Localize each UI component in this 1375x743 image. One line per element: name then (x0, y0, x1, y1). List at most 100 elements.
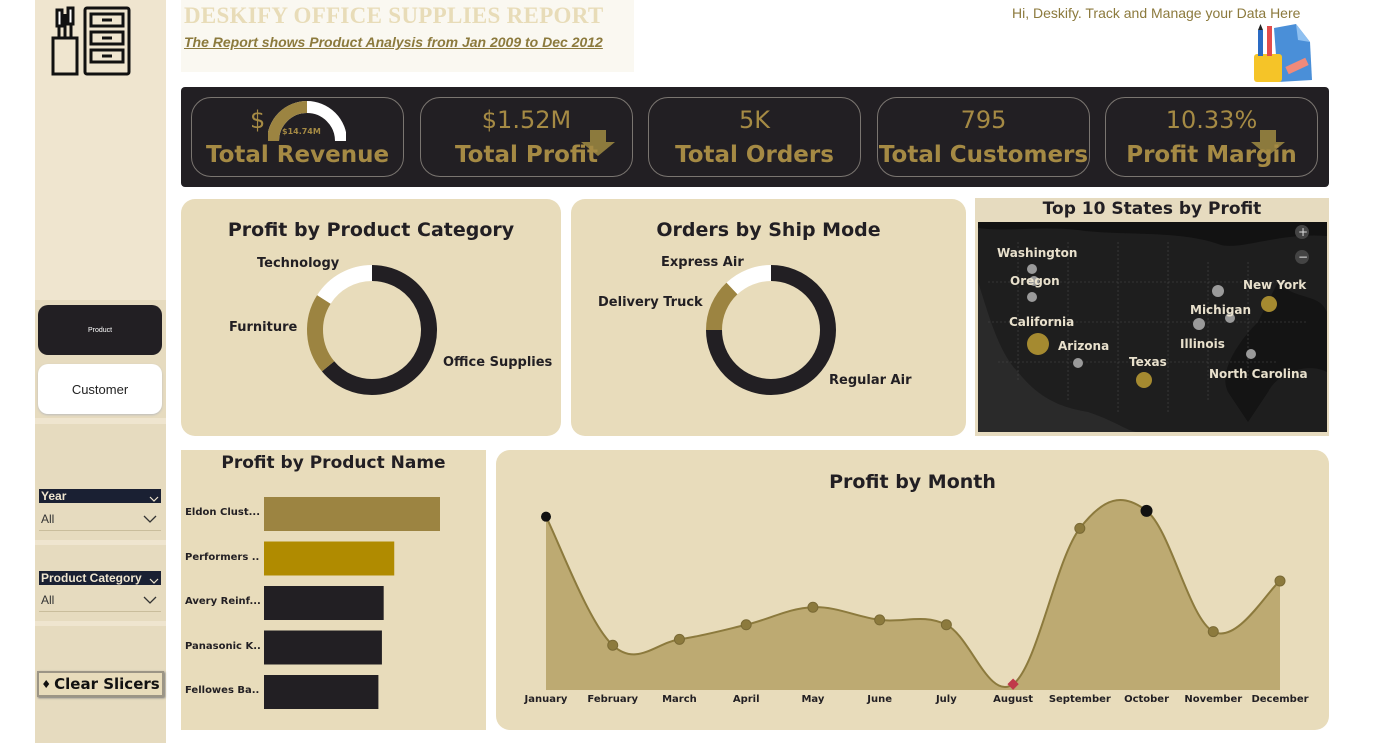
month-area-chart: January February March April May June July Augu… (524, 499, 1309, 705)
nav-product-button[interactable]: Product (38, 305, 162, 355)
map-label-washington: Washington (997, 246, 1078, 260)
map-label-california: California (1009, 315, 1075, 329)
month-label-march: March (662, 694, 697, 705)
donut-slice-express-air[interactable] (726, 265, 772, 295)
bar-2[interactable] (264, 541, 395, 576)
area-fill (546, 499, 1280, 690)
month-label-may: May (801, 694, 824, 705)
states-map-title: Top 10 States by Profit (1042, 199, 1262, 219)
point-december[interactable] (1274, 575, 1286, 587)
kpi-total-profit: $1.52M Total Profit (420, 97, 633, 177)
category-slicer-dropdown[interactable]: All (39, 590, 161, 612)
svg-text:−: − (1298, 250, 1308, 264)
chevron-down-icon (149, 571, 159, 590)
map-label-illinois: Illinois (1180, 337, 1225, 351)
month-label-october: October (1124, 694, 1169, 705)
kpi-total-customers: 795 Total Customers (877, 97, 1090, 177)
bar-5[interactable] (264, 675, 379, 709)
shipmode-donut-card: Orders by Ship Mode Express Air Delivery… (571, 199, 966, 436)
point-february[interactable] (607, 639, 619, 651)
page-subtitle: The Report shows Product Analysis from J… (184, 34, 603, 50)
month-label-september: September (1049, 694, 1111, 705)
month-label-august: August (993, 694, 1033, 705)
month-label-january: January (524, 694, 568, 705)
bar-3[interactable] (264, 586, 384, 620)
kpi-revenue-label: Total Revenue (205, 142, 390, 168)
chevron-down-icon (143, 596, 157, 604)
nav-product-label: Product (87, 326, 113, 334)
chevron-down-icon (149, 489, 159, 508)
states-map-card: Top 10 States by Profit + − Washington O… (975, 198, 1329, 436)
category-slicer-label: Product Category (39, 571, 161, 585)
year-slicer-label: Year (39, 489, 161, 503)
category-slicer-value: All (41, 593, 55, 607)
donut-label-office-supplies: Office Supplies (443, 355, 553, 370)
donut-label-furniture: Furniture (229, 320, 298, 335)
map-label-north-carolina: North Carolina (1209, 367, 1308, 381)
donut-label-express-air: Express Air (661, 255, 744, 270)
revenue-gauge (268, 101, 346, 142)
greeting-text: Hi, Deskify. Track and Manage your Data … (1012, 5, 1301, 21)
donut-slice-furniture[interactable] (307, 295, 335, 372)
kpi-customers-value: 795 (960, 106, 1007, 134)
month-label-november: November (1184, 694, 1242, 705)
kpi-profit-margin: 10.33% Profit Margin (1105, 97, 1318, 177)
category-donut-chart (307, 265, 437, 395)
kpi-total-revenue: $ $14.74M Total Revenue (191, 97, 404, 177)
month-label-july: July (935, 694, 957, 705)
month-label-february: February (587, 694, 638, 705)
kpi-margin-label: Profit Margin (1126, 142, 1297, 168)
shipmode-donut-title: Orders by Ship Mode (656, 219, 881, 241)
point-march[interactable] (673, 633, 685, 645)
nav-customer-button[interactable]: Customer (38, 364, 162, 414)
point-october[interactable] (1140, 504, 1153, 517)
bar-4[interactable] (264, 630, 382, 665)
donut-slice-technology[interactable] (317, 265, 373, 305)
category-donut-card: Profit by Product Category Technology Fu… (181, 199, 561, 436)
month-label-june: June (866, 694, 892, 705)
revenue-gauge-value: $14.74M (282, 127, 321, 136)
clear-slicers-button[interactable]: ♦ Clear Slicers (37, 671, 164, 697)
nav-customer-label: Customer (71, 381, 129, 397)
kpi-total-orders: 5K Total Orders (648, 97, 861, 177)
kpi-orders-label: Total Orders (675, 142, 834, 168)
point-july[interactable] (940, 619, 952, 631)
year-slicer-value: All (41, 512, 55, 526)
category-donut-title: Profit by Product Category (227, 219, 515, 241)
month-label-april: April (733, 694, 760, 705)
map-label-oregon: Oregon (1010, 274, 1060, 288)
clear-slicers-label: Clear Slicers (54, 675, 160, 693)
map-label-arizona: Arizona (1058, 339, 1110, 353)
stationery-icon (1252, 22, 1316, 88)
point-january[interactable] (541, 511, 551, 522)
kpi-revenue-prefix: $ (250, 106, 266, 134)
point-june[interactable] (874, 614, 886, 626)
map-label-texas: Texas (1129, 355, 1167, 369)
product-bar-chart (264, 497, 440, 709)
states-map[interactable]: + − Washington Oregon California Arizona… (978, 222, 1327, 432)
chevron-down-icon (143, 515, 157, 523)
map-label-michigan: Michigan (1190, 303, 1252, 317)
point-april[interactable] (740, 619, 752, 631)
year-slicer-dropdown[interactable]: All (39, 509, 161, 531)
point-november[interactable] (1207, 626, 1219, 638)
shipmode-donut-chart (706, 265, 836, 395)
product-bar-card: Profit by Product Name Eldon Clust... Per… (181, 450, 486, 730)
donut-label-technology: Technology (257, 256, 340, 271)
kpi-orders-value: 5K (738, 106, 770, 134)
logo-cabinet-icon (49, 4, 133, 82)
kpi-profit-label: Total Profit (455, 142, 598, 168)
month-area-card: Profit by Month January February March Apri… (496, 450, 1329, 730)
map-label-new-york: New York (1243, 278, 1307, 292)
kpi-margin-value: 10.33% (1165, 106, 1258, 134)
point-may[interactable] (807, 601, 819, 613)
month-label-december: December (1251, 694, 1308, 705)
donut-label-delivery-truck: Delivery Truck (598, 295, 703, 310)
point-september[interactable] (1074, 522, 1086, 534)
sidebar: Product Customer Year All Product Catego… (35, 0, 166, 743)
svg-text:+: + (1298, 225, 1308, 239)
eraser-icon: ♦ (41, 677, 52, 691)
donut-slice-delivery-truck[interactable] (706, 282, 738, 331)
bar-1[interactable] (264, 497, 440, 531)
donut-label-regular-air: Regular Air (829, 373, 912, 388)
